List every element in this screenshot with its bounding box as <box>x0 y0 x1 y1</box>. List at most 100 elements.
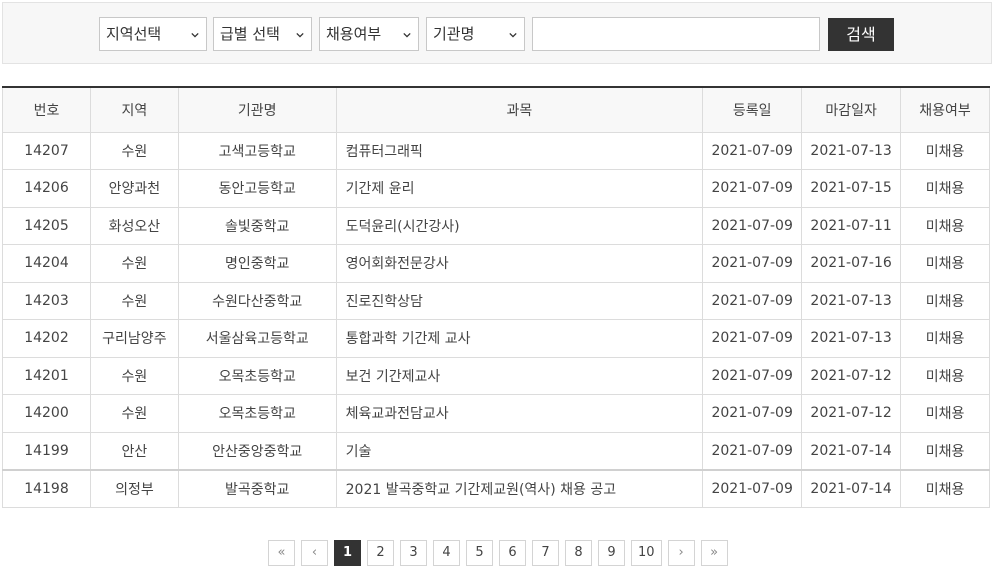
chevron-down-icon <box>509 32 517 38</box>
cell-registered-date: 2021-07-09 <box>702 131 803 170</box>
column-header-hire-status: 채용여부 <box>900 86 990 133</box>
cell-subject[interactable]: 2021 발곡중학교 기간제교원(역사) 채용 공고 <box>335 468 704 508</box>
table-row[interactable]: 14198 의정부 발곡중학교 2021 발곡중학교 기간제교원(역사) 채용 공고 2… <box>2 468 990 508</box>
cell-number: 14203 <box>2 281 91 320</box>
cell-deadline: 2021-07-14 <box>801 431 902 470</box>
cell-number: 14198 <box>2 468 91 508</box>
cell-number: 14204 <box>2 244 91 283</box>
page-button-7[interactable]: 7 <box>532 540 559 566</box>
cell-hire-status: 미채용 <box>900 319 990 358</box>
cell-number: 14201 <box>2 356 91 395</box>
keyword-input[interactable] <box>532 17 820 51</box>
prev-page-button[interactable]: ‹ <box>301 540 328 566</box>
cell-deadline: 2021-07-16 <box>801 244 902 283</box>
cell-hire-status: 미채용 <box>900 206 990 245</box>
column-header-region: 지역 <box>89 86 179 133</box>
cell-deadline: 2021-07-13 <box>801 131 902 170</box>
cell-subject[interactable]: 기간제 윤리 <box>335 169 704 208</box>
pagination: «‹ 1 2 3 4 5 6 7 8 9 10 ›» <box>268 540 728 566</box>
cell-deadline: 2021-07-14 <box>801 468 902 508</box>
column-header-agency: 기관명 <box>177 86 337 133</box>
cell-region: 구리남양주 <box>89 319 179 358</box>
chevron-down-icon <box>296 32 304 38</box>
page-button-2[interactable]: 2 <box>367 540 394 566</box>
table-row[interactable]: 14200 수원 오목초등학교 체육교과전담교사 2021-07-09 2021-07-1… <box>2 394 990 433</box>
cell-hire-status: 미채용 <box>900 244 990 283</box>
cell-agency: 고색고등학교 <box>177 131 337 170</box>
table-row[interactable]: 14199 안산 안산중앙중학교 기술 2021-07-09 2021-07-14 미채용 <box>2 431 990 470</box>
cell-region: 수원 <box>89 281 179 320</box>
cell-subject[interactable]: 체육교과전담교사 <box>335 394 704 433</box>
page-button-10[interactable]: 10 <box>631 540 662 566</box>
cell-registered-date: 2021-07-09 <box>702 468 803 508</box>
cell-deadline: 2021-07-13 <box>801 281 902 320</box>
cell-number: 14199 <box>2 431 91 470</box>
cell-agency: 발곡중학교 <box>177 468 337 508</box>
cell-agency: 오목초등학교 <box>177 394 337 433</box>
cell-hire-status: 미채용 <box>900 431 990 470</box>
cell-subject[interactable]: 기술 <box>335 431 704 470</box>
grade-select[interactable]: 급별 선택 <box>213 17 312 51</box>
table-row[interactable]: 14202 구리남양주 서울삼육고등학교 통합과학 기간제 교사 2021-07-09 2… <box>2 319 990 358</box>
agency-select[interactable]: 기관명 <box>426 17 525 51</box>
search-button[interactable]: 검색 <box>828 18 894 51</box>
cell-subject[interactable]: 통합과학 기간제 교사 <box>335 319 704 358</box>
table-row[interactable]: 14206 안양과천 동안고등학교 기간제 윤리 2021-07-09 2021-07-1… <box>2 169 990 208</box>
cell-number: 14206 <box>2 169 91 208</box>
page-button-5[interactable]: 5 <box>466 540 493 566</box>
column-header-registered-date: 등록일 <box>702 86 803 133</box>
cell-number: 14202 <box>2 319 91 358</box>
page-button-1[interactable]: 1 <box>334 540 361 566</box>
cell-hire-status: 미채용 <box>900 169 990 208</box>
cell-deadline: 2021-07-11 <box>801 206 902 245</box>
cell-region: 화성오산 <box>89 206 179 245</box>
last-page-button[interactable]: » <box>700 540 728 566</box>
next-page-button[interactable]: › <box>667 540 695 566</box>
table-header-row: 번호 지역 기관명 과목 등록일 마감일자 채용여부 <box>2 86 990 133</box>
cell-agency: 오목초등학교 <box>177 356 337 395</box>
cell-hire-status: 미채용 <box>900 468 990 508</box>
cell-deadline: 2021-07-12 <box>801 394 902 433</box>
cell-agency: 솔빛중학교 <box>177 206 337 245</box>
cell-registered-date: 2021-07-09 <box>702 356 803 395</box>
agency-select-value: 기관명 <box>433 25 475 43</box>
table-row[interactable]: 14204 수원 명인중학교 영어회화전문강사 2021-07-09 2021-07-16… <box>2 244 990 283</box>
first-page-button[interactable]: « <box>268 540 295 566</box>
page-button-9[interactable]: 9 <box>598 540 625 566</box>
chevron-down-icon <box>403 32 411 38</box>
cell-number: 14207 <box>2 131 91 170</box>
region-select[interactable]: 지역선택 <box>99 17 207 51</box>
search-bar: 지역선택 급별 선택 채용여부 기관명 검색 <box>2 2 992 64</box>
cell-registered-date: 2021-07-09 <box>702 319 803 358</box>
column-header-deadline: 마감일자 <box>801 86 902 133</box>
cell-agency: 명인중학교 <box>177 244 337 283</box>
cell-subject[interactable]: 영어회화전문강사 <box>335 244 704 283</box>
page-button-4[interactable]: 4 <box>433 540 460 566</box>
page-button-8[interactable]: 8 <box>565 540 592 566</box>
page-button-3[interactable]: 3 <box>400 540 427 566</box>
recruitment-table: 번호 지역 기관명 과목 등록일 마감일자 채용여부 14207 수원 고색고등학교… <box>2 86 990 508</box>
cell-subject[interactable]: 컴퓨터그래픽 <box>335 131 704 170</box>
cell-subject[interactable]: 보건 기간제교사 <box>335 356 704 395</box>
cell-hire-status: 미채용 <box>900 281 990 320</box>
page-button-6[interactable]: 6 <box>499 540 526 566</box>
region-select-value: 지역선택 <box>106 25 162 43</box>
cell-region: 수원 <box>89 244 179 283</box>
table-row[interactable]: 14207 수원 고색고등학교 컴퓨터그래픽 2021-07-09 2021-07-13 미… <box>2 131 990 170</box>
cell-region: 의정부 <box>89 468 179 508</box>
cell-registered-date: 2021-07-09 <box>702 281 803 320</box>
table-row[interactable]: 14205 화성오산 솔빛중학교 도덕윤리(시간강사) 2021-07-09 2021-0… <box>2 206 990 245</box>
hire-status-select[interactable]: 채용여부 <box>319 17 419 51</box>
cell-region: 수원 <box>89 131 179 170</box>
cell-registered-date: 2021-07-09 <box>702 206 803 245</box>
table-row[interactable]: 14203 수원 수원다산중학교 진로진학상담 2021-07-09 2021-07-13… <box>2 281 990 320</box>
cell-region: 수원 <box>89 394 179 433</box>
cell-subject[interactable]: 도덕윤리(시간강사) <box>335 206 704 245</box>
cell-subject[interactable]: 진로진학상담 <box>335 281 704 320</box>
cell-deadline: 2021-07-13 <box>801 319 902 358</box>
grade-select-value: 급별 선택 <box>220 25 280 43</box>
cell-agency: 동안고등학교 <box>177 169 337 208</box>
cell-number: 14205 <box>2 206 91 245</box>
table-row[interactable]: 14201 수원 오목초등학교 보건 기간제교사 2021-07-09 2021-07-1… <box>2 356 990 395</box>
cell-hire-status: 미채용 <box>900 356 990 395</box>
